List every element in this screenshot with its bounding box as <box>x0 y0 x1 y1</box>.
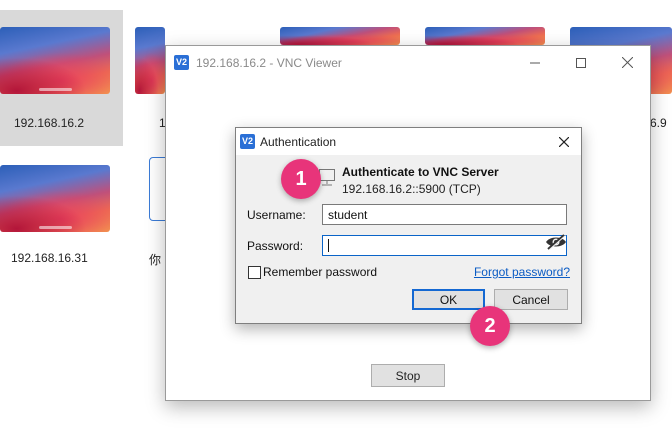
callout-badge-2: 2 <box>470 306 510 346</box>
minimize-icon <box>530 62 540 63</box>
ok-button[interactable]: OK <box>412 289 485 310</box>
vnc-logo-icon: V2 <box>240 134 255 149</box>
host-thumbnail[interactable] <box>135 27 165 94</box>
auth-heading: Authenticate to VNC Server <box>342 165 499 179</box>
password-field[interactable] <box>322 235 567 256</box>
server-address: 192.168.16.2::5900 (TCP) <box>342 182 481 196</box>
auth-title: Authentication <box>260 135 337 149</box>
stop-button[interactable]: Stop <box>371 364 445 387</box>
host-thumbnail[interactable] <box>425 27 545 45</box>
host-label: 192.168.16.31 <box>11 251 88 265</box>
remember-password-checkbox[interactable] <box>248 266 261 279</box>
host-thumbnail[interactable] <box>0 165 110 232</box>
auth-titlebar[interactable]: V2 Authentication <box>236 128 581 155</box>
host-label: 你 <box>149 253 162 267</box>
host-label: 6.9 <box>650 116 667 130</box>
minimize-button[interactable] <box>512 46 558 79</box>
remember-password-label[interactable]: Remember password <box>263 265 377 279</box>
vnc-logo-icon: V2 <box>174 55 189 70</box>
auth-close-button[interactable] <box>547 128 581 155</box>
host-label: 192.168.16.2 <box>14 116 85 130</box>
host-thumbnail[interactable] <box>280 27 400 45</box>
close-icon <box>559 136 569 147</box>
cancel-button[interactable]: Cancel <box>494 289 568 310</box>
username-label: Username: <box>247 208 306 222</box>
password-label: Password: <box>247 239 304 253</box>
maximize-icon <box>576 57 586 68</box>
authentication-dialog: V2 Authentication Authenticate to VNC Se… <box>235 127 582 324</box>
close-window-button[interactable] <box>604 46 650 79</box>
forgot-password-link[interactable]: Forgot password? <box>474 265 570 279</box>
callout-badge-1: 1 <box>281 159 321 199</box>
maximize-button[interactable] <box>558 46 604 79</box>
username-field[interactable]: student <box>322 204 567 225</box>
viewer-titlebar[interactable]: V2 192.168.16.2 - VNC Viewer <box>166 46 650 79</box>
viewer-title: 192.168.16.2 - VNC Viewer <box>196 56 342 70</box>
hide-password-icon[interactable] <box>545 234 567 250</box>
close-icon <box>621 57 633 68</box>
text-caret <box>328 239 329 252</box>
host-thumbnail[interactable] <box>0 27 110 94</box>
